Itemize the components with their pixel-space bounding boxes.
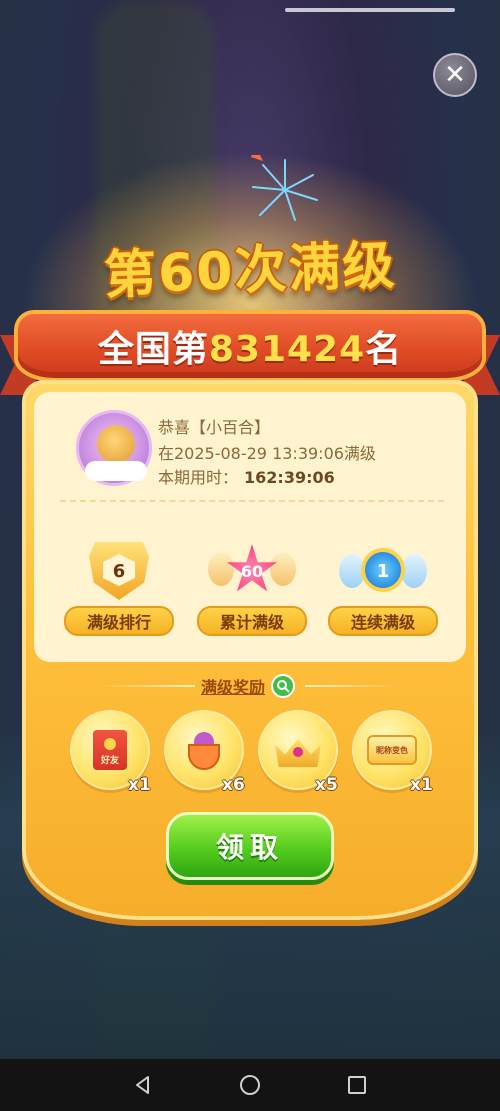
rank-text: 全国第831424名 (98, 320, 402, 372)
search-icon (277, 680, 290, 693)
divider (60, 500, 444, 502)
reward-item-text: 好友 (100, 756, 119, 766)
congrats-line: 恭喜【小百合】 (158, 418, 271, 437)
fruit-pot-icon (184, 728, 224, 772)
shield-badge-icon: 6 (89, 540, 149, 602)
close-icon: ✕ (444, 60, 466, 90)
avatar-cloud-icon (85, 461, 147, 481)
reward-item-text: 昵称变色 (376, 745, 408, 755)
duration-label: 本期用时： (158, 468, 239, 487)
claim-button[interactable]: 领取 (166, 812, 334, 880)
page-title: 第60次满级 (103, 235, 398, 307)
recents-square-icon (347, 1076, 366, 1094)
magnifier-button[interactable] (271, 674, 296, 698)
stat-value: 6 (112, 560, 126, 582)
rank-suffix: 名 (365, 329, 403, 370)
duration-line: 本期用时： 162:39:06 (158, 464, 335, 488)
stat-max-level-rank[interactable]: 6 满级排行 (64, 540, 174, 640)
status-pill (285, 8, 455, 12)
completion-time: 在2025-08-29 13:39:06满级 (158, 444, 376, 463)
reward-count: x5 (315, 775, 338, 795)
firework-decoration (251, 155, 318, 221)
system-nav-bar (0, 1059, 500, 1111)
back-triangle-icon (136, 1076, 150, 1094)
avatar-character-icon (97, 425, 135, 463)
red-envelope-icon: 好友 (93, 730, 127, 770)
avatar (76, 410, 152, 486)
home-circle-icon (239, 1075, 260, 1095)
duration-value: 162:39:06 (244, 468, 335, 487)
star-badge-icon: 60 (208, 540, 296, 602)
rank-prefix: 全国第 (97, 329, 209, 370)
nav-back-button[interactable] (123, 1065, 163, 1105)
stat-total-max-level[interactable]: 60 累计满级 (197, 540, 307, 640)
reward-count: x1 (128, 775, 151, 795)
stat-label: 累计满级 (197, 606, 307, 636)
stat-consecutive-max-level[interactable]: 1 连续满级 (328, 540, 438, 640)
crown-icon (275, 733, 321, 767)
reward-count: x1 (410, 775, 433, 795)
reward-count: x6 (222, 775, 245, 795)
medal-badge-icon: 1 (339, 540, 427, 602)
stat-label: 满级排行 (64, 606, 174, 636)
reward-section-header: 满级奖励 (100, 672, 401, 700)
nav-home-button[interactable] (230, 1065, 270, 1105)
name-color-card-icon: 昵称变色 (367, 735, 417, 765)
ribbon-banner: 全国第831424名 (14, 310, 486, 382)
stat-value: 1 (376, 560, 390, 582)
stat-label: 连续满级 (328, 606, 438, 636)
rank-value: 831424 (208, 329, 366, 370)
nav-recents-button[interactable] (337, 1065, 377, 1105)
reward-title[interactable]: 满级奖励 (195, 674, 271, 698)
stat-value: 60 (240, 561, 264, 581)
close-button[interactable]: ✕ (433, 53, 477, 97)
